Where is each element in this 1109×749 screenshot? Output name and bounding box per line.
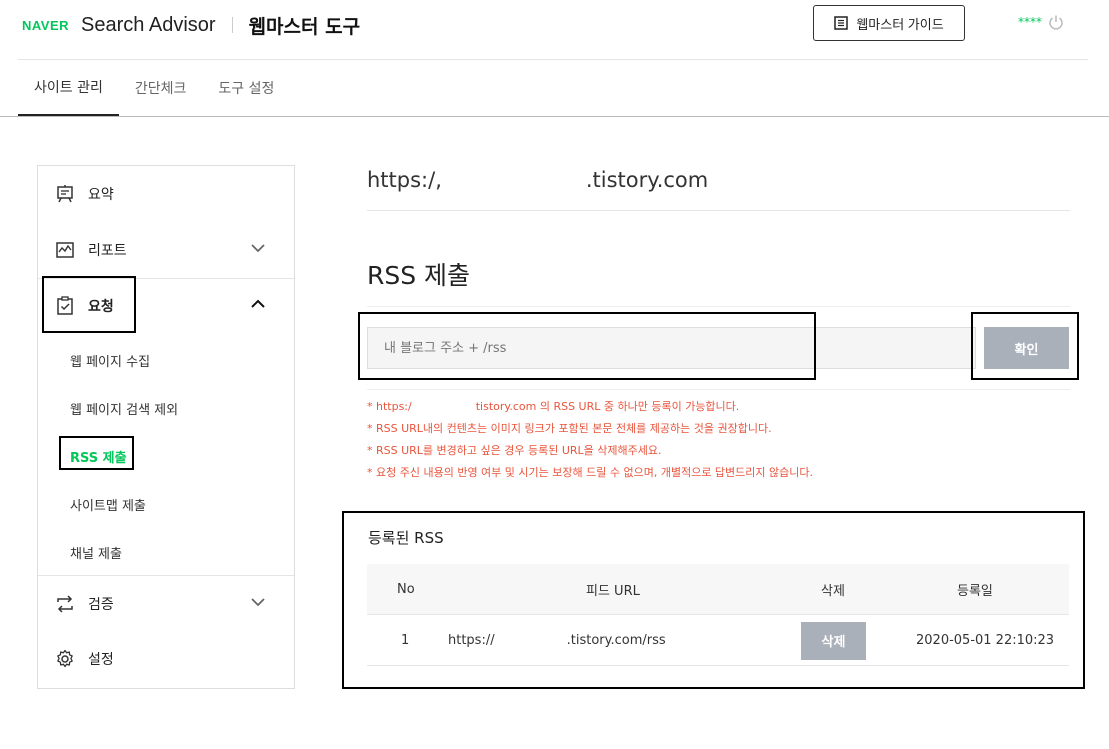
sidebar-sub-rss-submit[interactable]: RSS 제출	[70, 447, 127, 466]
registered-rss-title: 등록된 RSS	[368, 529, 444, 547]
document-list-icon	[834, 16, 849, 30]
row-delete-cell: 삭제	[801, 615, 866, 666]
row-feed-url[interactable]: https://.tistory.com/rss	[448, 615, 666, 666]
sidebar-item-request[interactable]: 요청	[38, 280, 294, 332]
sidebar-sub-web-page-exclude[interactable]: 웹 페이지 검색 제외	[70, 399, 178, 418]
confirm-button[interactable]: 확인	[984, 327, 1069, 369]
naver-logo: NAVER	[22, 17, 70, 33]
app-title: Search Advisor	[81, 13, 216, 36]
webmaster-guide-button[interactable]: 웹마스터 가이드	[813, 5, 965, 41]
sidebar-divider	[38, 575, 294, 576]
header-delete: 삭제	[821, 584, 845, 599]
divider	[367, 210, 1070, 211]
notice-item: * 요청 주신 내용의 반영 여부 및 시기는 보장해 드릴 수 없으며, 개별…	[367, 466, 814, 479]
main-nav: 사이트 관리 간단체크 도구 설정	[18, 60, 290, 117]
header-divider	[231, 17, 233, 33]
table-row: 1 https://.tistory.com/rss 삭제 2020-05-01…	[367, 615, 1069, 666]
top-header: NAVER Search Advisor 웹마스터 도구 웹마스터 가이드 **…	[0, 0, 1109, 60]
tab-site-management[interactable]: 사이트 관리	[18, 60, 119, 116]
sidebar-item-verify[interactable]: 검증	[38, 578, 294, 630]
logout-power-icon[interactable]	[1048, 14, 1064, 30]
sidebar-item-report[interactable]: 리포트	[38, 224, 294, 276]
header-no: No	[397, 582, 415, 597]
tab-quick-check[interactable]: 간단체크	[119, 60, 203, 116]
nav-divider-line	[0, 116, 1109, 117]
chevron-down-icon	[251, 244, 265, 253]
user-id-masked: ****	[1018, 15, 1042, 29]
registered-rss-table: No 피드 URL 삭제 등록일 1 https://.tistory.com/…	[367, 564, 1069, 666]
guide-button-label: 웹마스터 가이드	[856, 16, 944, 32]
sidebar-sub-web-page-collect[interactable]: 웹 페이지 수집	[70, 351, 150, 370]
notice-item: * https:/tistory.com 의 RSS URL 중 하나만 등록이…	[367, 400, 740, 413]
notice-item: * RSS URL를 변경하고 싶은 경우 등록된 URL을 삭제해주세요.	[367, 444, 662, 457]
summary-board-icon	[54, 183, 76, 205]
swap-arrows-icon	[54, 593, 76, 615]
sidebar-item-label: 검증	[88, 597, 114, 613]
page-title: RSS 제출	[367, 261, 471, 290]
site-url: https:/, .tistory.com	[367, 168, 708, 192]
sidebar-item-label: 리포트	[88, 243, 127, 259]
rss-url-input[interactable]	[367, 327, 976, 369]
sidebar-item-label: 요약	[88, 187, 114, 203]
sidebar-item-label: 요청	[88, 299, 114, 315]
sidebar-sub-sitemap-submit[interactable]: 사이트맵 제출	[70, 495, 146, 514]
sidebar-item-summary[interactable]: 요약	[38, 168, 294, 220]
sidebar: 요약 리포트 요청 웹 페이지 수집 웹 페이지 검색 제외 RSS 제출 사이…	[37, 165, 295, 689]
notice-item: * RSS URL내의 컨텐츠는 이미지 링크가 포함된 본문 전체를 제공하는…	[367, 422, 772, 435]
section-title: 웹마스터 도구	[248, 15, 361, 38]
table-header: No 피드 URL 삭제 등록일	[367, 564, 1069, 615]
site-url-suffix: .tistory.com	[585, 168, 709, 192]
delete-button[interactable]: 삭제	[801, 621, 866, 660]
divider	[367, 306, 1070, 307]
gear-icon	[54, 648, 76, 670]
notice-list: * https:/tistory.com 의 RSS URL 중 하나만 등록이…	[367, 400, 813, 488]
row-date: 2020-05-01 22:10:23	[916, 633, 1055, 648]
sidebar-sub-channel-submit[interactable]: 채널 제출	[70, 543, 122, 562]
report-chart-icon	[54, 239, 76, 261]
header-feed-url: 피드 URL	[586, 584, 640, 599]
header-date: 등록일	[957, 584, 993, 599]
brand[interactable]: NAVER Search Advisor 웹마스터 도구	[22, 12, 360, 38]
site-url-prefix: https:/,	[367, 168, 442, 192]
clipboard-check-icon	[54, 295, 76, 317]
tab-tool-settings[interactable]: 도구 설정	[202, 60, 290, 116]
chevron-down-icon	[251, 598, 265, 607]
sidebar-divider	[38, 278, 294, 279]
row-no: 1	[401, 633, 410, 648]
sidebar-item-label: 설정	[88, 652, 114, 668]
chevron-up-icon	[251, 299, 265, 308]
sidebar-item-settings[interactable]: 설정	[38, 633, 294, 685]
divider	[367, 389, 1070, 390]
